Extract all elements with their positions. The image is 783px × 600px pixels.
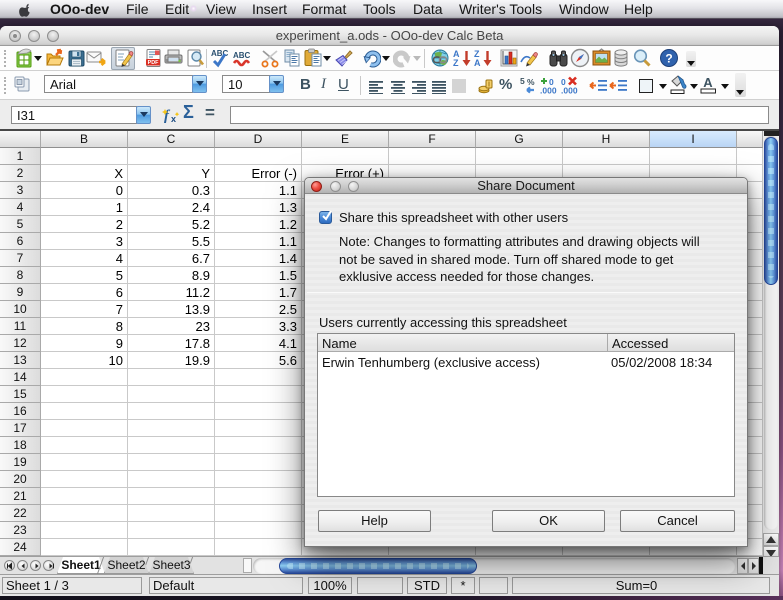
svg-text:ABC: ABC <box>211 49 229 58</box>
svg-text:%: % <box>527 77 535 87</box>
svg-text:ABC: ABC <box>233 51 251 60</box>
svg-text:Z: Z <box>453 58 459 68</box>
svg-text:PDF: PDF <box>148 60 159 66</box>
svg-text:A: A <box>703 75 713 90</box>
svg-text:?: ? <box>665 52 672 66</box>
svg-text:.000: .000 <box>561 86 578 96</box>
svg-text:5: 5 <box>520 76 525 86</box>
svg-text:x: x <box>171 114 176 124</box>
svg-text:A: A <box>474 58 481 68</box>
svg-text:.000: .000 <box>540 86 557 96</box>
